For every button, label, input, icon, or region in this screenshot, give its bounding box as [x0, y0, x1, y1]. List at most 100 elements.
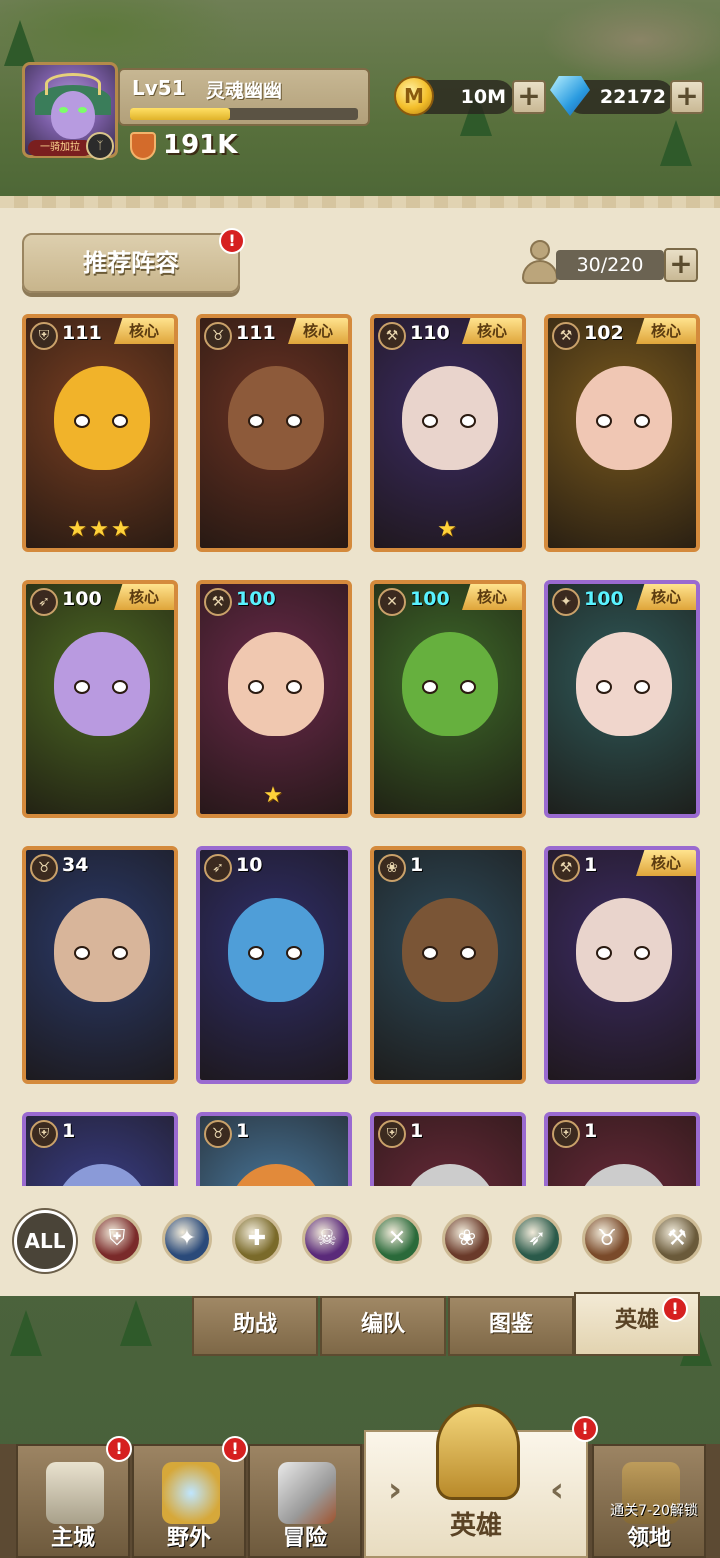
hero-eye	[634, 946, 650, 960]
axe-class-icon: ⚒	[552, 854, 580, 882]
add-gold-button[interactable]: +	[512, 80, 546, 114]
hero-slots-count: 30/220	[556, 250, 664, 280]
core-hero-tag: 核心	[114, 584, 174, 610]
nav-territory-label: 领地	[626, 1526, 671, 1551]
hero-level: 10	[236, 854, 263, 876]
chevron-right-icon: ›	[388, 1470, 403, 1510]
hero-card[interactable]: ✦ 100 核心	[544, 580, 700, 818]
hero-card[interactable]: ➶ 100 核心	[22, 580, 178, 818]
player-title-badge: 一骑加拉	[28, 140, 92, 156]
staff-class-icon: ✦	[552, 588, 580, 616]
hero-card[interactable]: ⛨ 111 核心 ★★★	[22, 314, 178, 552]
expand-slots-button[interactable]: +	[664, 248, 698, 282]
hero-eye	[596, 946, 612, 960]
hero-card[interactable]: ❀ 1	[370, 846, 526, 1084]
shield-class-icon: ⛨	[30, 1120, 58, 1148]
hero-card[interactable]: ♉ 111 核心	[196, 314, 352, 552]
shield-class-icon: ⛨	[378, 1120, 406, 1148]
nav-main-city[interactable]: 主城	[16, 1444, 130, 1558]
hero-portrait	[54, 366, 150, 470]
holy-class-icon[interactable]: ✚	[232, 1214, 282, 1264]
bow-class-icon: ➶	[30, 588, 58, 616]
axe-class-icon: ⚒	[552, 322, 580, 350]
shield-class-icon: ⛨	[552, 1120, 580, 1148]
staff-class-icon[interactable]: ✦	[162, 1214, 212, 1264]
hero-eye	[596, 414, 612, 428]
axe-class-icon: ⚒	[378, 322, 406, 350]
hero-card[interactable]: ⛨ 1	[22, 1112, 178, 1186]
tree	[120, 1300, 152, 1346]
hero-card[interactable]: ⚒ 110 核心 ★	[370, 314, 526, 552]
hero-eye	[74, 414, 90, 428]
shield-class-icon[interactable]: ⛨	[92, 1214, 142, 1264]
beast-class-icon[interactable]: ♉	[582, 1214, 632, 1264]
filter-all-button[interactable]: ALL	[14, 1210, 76, 1272]
core-hero-tag: 核心	[462, 318, 522, 344]
hero-eye	[634, 414, 650, 428]
core-hero-tag: 核心	[462, 584, 522, 610]
hero-eye	[74, 946, 90, 960]
gold-coin-icon: M	[394, 76, 434, 116]
warrior-class-icon: ♉	[204, 1120, 232, 1148]
hero-eye	[634, 680, 650, 694]
skull-class-icon[interactable]: ☠	[302, 1214, 352, 1264]
hero-card[interactable]: ♉ 34	[22, 846, 178, 1084]
exp-bar	[130, 108, 358, 120]
hero-card[interactable]: ⛨ 1	[544, 1112, 700, 1186]
tab-assist[interactable]: 助战	[192, 1296, 318, 1356]
core-hero-tag: 核心	[636, 850, 696, 876]
hero-eye	[422, 946, 438, 960]
hero-card[interactable]: ⛨ 1	[370, 1112, 526, 1186]
hero-portrait	[228, 366, 324, 470]
recommended-lineup-button[interactable]: 推荐阵容	[22, 233, 240, 293]
crossed-swords-icon	[278, 1462, 336, 1524]
nav-adventure[interactable]: 冒险	[248, 1444, 362, 1558]
hero-level: 34	[62, 854, 89, 876]
hero-level: 100	[584, 588, 624, 610]
hero-level: 100	[410, 588, 450, 610]
tree	[10, 1310, 42, 1356]
hero-card[interactable]: ⚒ 102 核心	[544, 314, 700, 552]
paw-class-icon[interactable]: ❀	[442, 1214, 492, 1264]
hero-helmet-icon	[436, 1404, 520, 1500]
hero-card[interactable]: ⚒ 1 核心	[544, 846, 700, 1084]
bow-class-icon: ➶	[204, 854, 232, 882]
hero-portrait	[228, 632, 324, 736]
hero-portrait	[402, 366, 498, 470]
add-gems-button[interactable]: +	[670, 80, 704, 114]
hero-eye	[460, 680, 476, 694]
exp-bar-fill	[130, 108, 231, 120]
hero-eye	[74, 680, 90, 694]
nav-main-city-label: 主城	[50, 1526, 95, 1551]
class-filter-bar: ALL ⛨ ✦ ✚ ☠ ✕ ❀ ➶ ♉ ⚒	[0, 1200, 720, 1272]
avatar-eye	[78, 107, 87, 113]
hero-level: 1	[410, 854, 424, 876]
hero-card[interactable]: ♉ 1	[196, 1112, 352, 1186]
dagger-class-icon[interactable]: ✕	[372, 1214, 422, 1264]
tab-codex[interactable]: 图鉴	[448, 1296, 574, 1356]
player-level-panel[interactable]: Lv51 灵魂幽幽	[118, 68, 370, 126]
alert-icon: !	[662, 1296, 688, 1322]
axe-class-icon: ⚒	[204, 588, 232, 616]
nav-wild[interactable]: 野外	[132, 1444, 246, 1558]
hero-level: 1	[62, 1120, 76, 1142]
hero-eye	[112, 946, 128, 960]
tab-formation[interactable]: 编队	[320, 1296, 446, 1356]
core-hero-tag: 核心	[114, 318, 174, 344]
hero-eye	[422, 680, 438, 694]
axe-class-icon[interactable]: ⚒	[652, 1214, 702, 1264]
nav-heroes[interactable]: › ‹ 英雄	[364, 1404, 588, 1558]
hero-card[interactable]: ✕ 100 核心	[370, 580, 526, 818]
hero-card[interactable]: ⚒ 100 ★	[196, 580, 352, 818]
hero-portrait	[228, 898, 324, 1002]
warrior-class-icon: ♉	[204, 322, 232, 350]
bow-class-icon[interactable]: ➶	[512, 1214, 562, 1264]
player-power: 191K	[163, 130, 238, 160]
hero-level: 102	[584, 322, 624, 344]
hero-stars: ★	[263, 783, 285, 808]
hero-level: 111	[62, 322, 102, 344]
hero-level: 111	[236, 322, 276, 344]
player-level: Lv51	[132, 76, 186, 100]
hero-eye	[248, 680, 264, 694]
hero-card[interactable]: ➶ 10	[196, 846, 352, 1084]
